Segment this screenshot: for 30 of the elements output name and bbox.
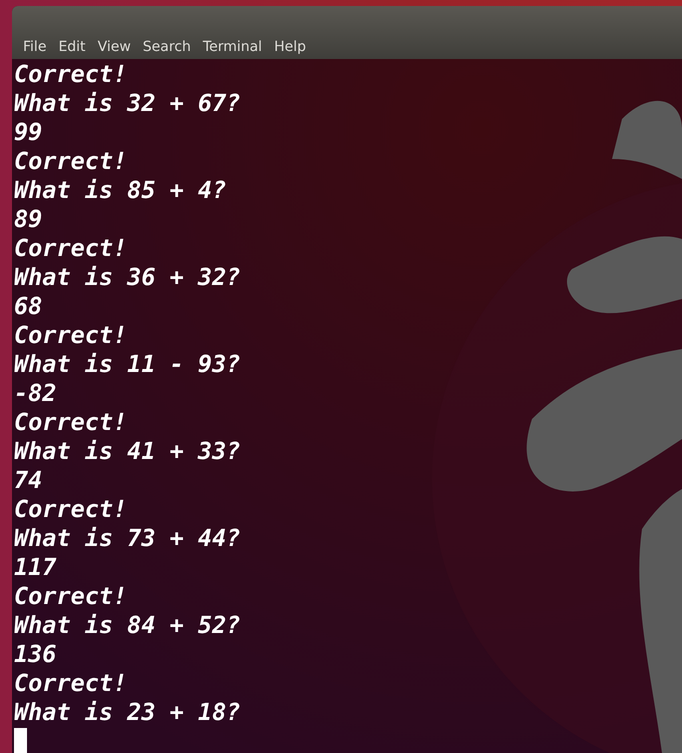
terminal-line: Correct! [14, 582, 128, 611]
terminal-line: What is 41 + 33? [14, 437, 240, 466]
terminal-line: What is 84 + 52? [14, 611, 240, 640]
terminal-line: What is 85 + 4? [14, 176, 226, 205]
cursor [14, 728, 27, 753]
terminal-line: 74 [14, 466, 42, 495]
terminal-line: What is 32 + 67? [14, 89, 240, 118]
terminal-line: Correct! [14, 147, 128, 176]
menu-item[interactable]: Help [268, 38, 312, 56]
menu-item[interactable]: Edit [52, 38, 92, 56]
menu-item[interactable]: View [92, 38, 137, 56]
menu-item[interactable]: Terminal [196, 38, 268, 56]
terminal-line: 68 [14, 292, 42, 321]
terminal-line: Correct! [14, 234, 128, 263]
terminal-line: What is 23 + 18? [14, 698, 240, 727]
terminal-line: 99 [14, 118, 42, 147]
terminal-line: What is 73 + 44? [14, 524, 240, 553]
terminal-line: Correct! [14, 669, 128, 698]
terminal-line: -82 [14, 379, 56, 408]
terminal-line: Correct! [14, 408, 128, 437]
menu-item[interactable]: Search [136, 38, 197, 56]
terminal-line: What is 36 + 32? [14, 263, 240, 292]
terminal-line: Correct! [14, 60, 128, 89]
terminal-line: 117 [14, 553, 56, 582]
menu-item[interactable]: File [17, 38, 52, 56]
terminal-line: Correct! [14, 495, 128, 524]
terminal-line: 136 [14, 640, 56, 669]
terminal-line: What is 11 - 93? [14, 350, 240, 379]
terminal-line: 89 [14, 205, 42, 234]
terminal-line: Correct! [14, 321, 128, 350]
